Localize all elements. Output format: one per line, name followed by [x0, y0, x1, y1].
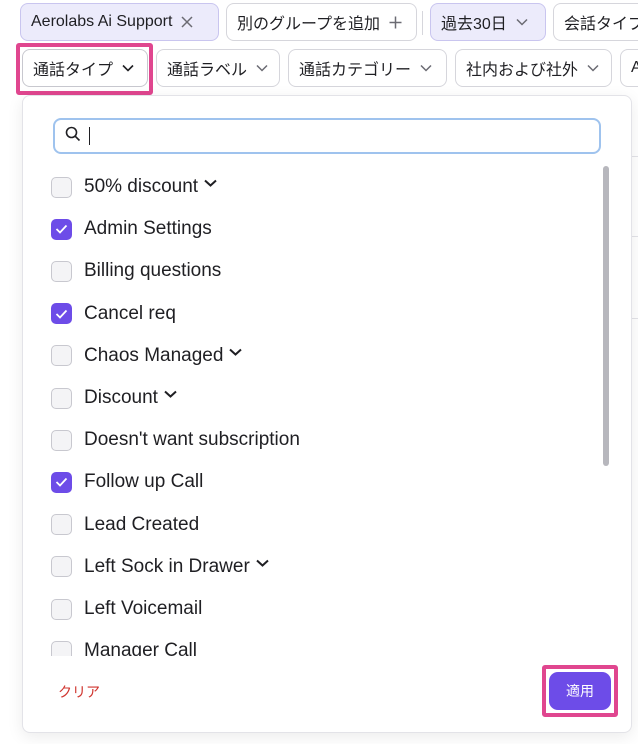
checkbox-checked[interactable] — [51, 471, 72, 493]
call-type-dropdown: 50% discount Admin Settings Billing questi… — [22, 95, 632, 733]
chevron-down-icon — [515, 15, 529, 29]
checkbox[interactable] — [51, 176, 72, 198]
search-icon — [65, 126, 81, 147]
period-chip-label: 過去30日 — [441, 16, 507, 33]
table-divider — [632, 236, 638, 237]
option-label: Doesn't want subscription — [84, 429, 300, 451]
chevron-down-icon[interactable] — [164, 390, 177, 398]
list-item[interactable]: Discount — [51, 383, 177, 413]
checkbox[interactable] — [51, 387, 72, 409]
period-chip[interactable]: 過去30日 — [430, 3, 546, 41]
checkbox-checked[interactable] — [51, 303, 72, 325]
option-label: Discount — [84, 387, 158, 408]
overflow-filter[interactable]: A — [620, 49, 638, 87]
list-item[interactable]: Doesn't want subscription — [51, 425, 300, 455]
checkbox[interactable] — [51, 640, 72, 656]
group-chip[interactable]: Aerolabs Ai Support — [20, 3, 219, 41]
option-label: Left Voicemail — [84, 598, 203, 619]
conversation-type-label: 会話タイプ — [564, 16, 638, 33]
list-item[interactable]: Lead Created — [51, 510, 199, 540]
screen: Aerolabs Ai Support 別のグループを追加 過去30日 会話タイ… — [0, 0, 638, 744]
text-cursor — [89, 127, 90, 145]
internal-external-filter[interactable]: 社内および社外 — [455, 49, 612, 87]
checkbox[interactable] — [51, 260, 72, 282]
chevron-down-icon — [255, 61, 269, 75]
call-label-filter[interactable]: 通話ラベル — [156, 49, 280, 87]
conversation-type-chip[interactable]: 会話タイプ — [553, 3, 638, 41]
chevron-down-icon[interactable] — [256, 559, 269, 567]
list-item[interactable]: Follow up Call — [51, 467, 203, 497]
call-category-label: 通話カテゴリー — [299, 62, 412, 79]
option-label: Billing questions — [84, 260, 222, 282]
option-label: Chaos Managed — [84, 344, 224, 366]
checkbox[interactable] — [51, 556, 72, 578]
option-list: 50% discount Admin Settings Billing questi… — [23, 166, 613, 656]
list-item[interactable]: Left Sock in Drawer — [51, 552, 269, 582]
divider — [422, 11, 423, 35]
list-item[interactable]: Chaos Managed — [51, 341, 243, 371]
option-label: Follow up Call — [84, 471, 204, 493]
call-label-label: 通話ラベル — [167, 62, 248, 79]
plus-icon — [388, 15, 402, 29]
chevron-down-icon[interactable] — [204, 179, 217, 187]
call-type-label: 通話タイプ — [33, 62, 114, 79]
call-type-filter[interactable]: 通話タイプ — [22, 49, 148, 87]
option-label: Left Sock in Drawer — [84, 555, 250, 577]
close-icon[interactable] — [180, 15, 194, 29]
list-item[interactable]: Manager Call — [51, 636, 197, 656]
overflow-filter-label: A — [631, 59, 638, 77]
option-label: 50% discount — [84, 176, 199, 197]
table-divider — [632, 318, 638, 319]
chevron-down-icon — [419, 61, 433, 75]
option-label: Admin Settings — [84, 218, 212, 240]
list-item[interactable]: Admin Settings — [51, 214, 212, 244]
chevron-down-icon — [121, 61, 135, 75]
apply-button[interactable]: 適用 — [549, 672, 611, 710]
internal-external-label: 社内および社外 — [466, 62, 579, 79]
list-item[interactable]: Billing questions — [51, 256, 221, 286]
call-category-filter[interactable]: 通話カテゴリー — [288, 49, 447, 87]
checkbox[interactable] — [51, 429, 72, 451]
group-chip-label: Aerolabs Ai Support — [31, 13, 173, 30]
list-item[interactable]: Left Voicemail — [51, 594, 202, 624]
checkbox[interactable] — [51, 345, 72, 367]
search-input[interactable] — [98, 127, 578, 145]
checkbox-checked[interactable] — [51, 218, 72, 240]
clear-button[interactable]: クリア — [58, 682, 100, 702]
checkbox[interactable] — [51, 598, 72, 620]
list-item[interactable]: Cancel req — [51, 299, 176, 329]
add-group-label: 別のグループを追加 — [237, 16, 381, 33]
table-divider — [632, 156, 638, 157]
chevron-down-icon[interactable] — [229, 348, 243, 356]
search-field[interactable] — [53, 118, 601, 154]
list-item[interactable]: 50% discount — [51, 172, 217, 202]
chevron-down-icon — [586, 61, 600, 75]
option-label: Manager Call — [84, 640, 197, 656]
option-label: Cancel req — [84, 302, 176, 324]
checkbox[interactable] — [51, 514, 72, 536]
add-group-chip[interactable]: 別のグループを追加 — [226, 3, 417, 41]
option-label: Lead Created — [84, 513, 200, 535]
scrollbar[interactable] — [603, 166, 609, 466]
